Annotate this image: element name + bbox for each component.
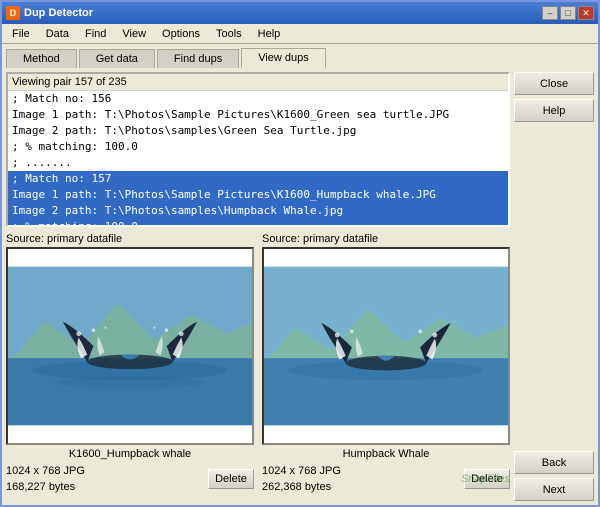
image2-delete-button[interactable]: Delete <box>464 469 510 489</box>
image2-info: 1024 x 768 JPG 262,368 bytes <box>262 463 460 495</box>
menu-item-options[interactable]: Options <box>154 26 208 42</box>
menu-item-file[interactable]: File <box>4 26 38 42</box>
image1-delete-button[interactable]: Delete <box>208 469 254 489</box>
main-window: D Dup Detector – □ ✕ FileDataFindViewOpt… <box>0 0 600 507</box>
list-item[interactable]: ; ....... <box>8 155 508 171</box>
list-item-selected[interactable]: Image 2 path: T:\Photos\samples\Humpback… <box>8 203 508 219</box>
list-item-selected[interactable]: Image 1 path: T:\Photos\Sample Pictures\… <box>8 187 508 203</box>
list-item[interactable]: Image 2 path: T:\Photos\samples\Green Se… <box>8 123 508 139</box>
menu-item-find[interactable]: Find <box>77 26 114 42</box>
list-item-selected[interactable]: ; Match no: 157 <box>8 171 508 187</box>
image1-size: 1024 x 768 JPG <box>6 465 85 477</box>
app-icon: D <box>6 6 20 20</box>
image1-frame <box>6 247 254 445</box>
image1-info: 1024 x 768 JPG 168,227 bytes <box>6 463 204 495</box>
list-container: Viewing pair 157 of 235 ; Match no: 156 … <box>6 72 510 227</box>
close-button[interactable]: Close <box>514 72 594 95</box>
image1-bytes: 168,227 bytes <box>6 481 75 493</box>
menu-item-view[interactable]: View <box>114 26 154 42</box>
images-section: Source: primary datafile <box>6 233 510 495</box>
list-item[interactable]: Image 1 path: T:\Photos\Sample Pictures\… <box>8 107 508 123</box>
window-title: Dup Detector <box>24 7 538 19</box>
help-button[interactable]: Help <box>514 99 594 122</box>
tab-find-dups[interactable]: Find dups <box>157 49 239 68</box>
image-panel-2: Source: primary datafile <box>262 233 510 495</box>
image2-bytes: 262,368 bytes <box>262 481 331 493</box>
image1-info-row: 1024 x 768 JPG 168,227 bytes Delete <box>6 463 254 495</box>
left-panel: Viewing pair 157 of 235 ; Match no: 156 … <box>6 72 510 501</box>
image2-size: 1024 x 768 JPG <box>262 465 341 477</box>
image2-source-label: Source: primary datafile <box>262 233 510 245</box>
menu-item-tools[interactable]: Tools <box>208 26 250 42</box>
menu-bar: FileDataFindViewOptionsToolsHelp <box>2 24 598 44</box>
tabs-bar: Method Get data Find dups View dups <box>2 44 598 68</box>
list-item-selected[interactable]: ; % matching: 100.0 <box>8 219 508 225</box>
title-buttons: – □ ✕ <box>542 6 594 20</box>
image2-name: Humpback Whale <box>262 447 510 461</box>
menu-item-help[interactable]: Help <box>250 26 289 42</box>
title-bar: D Dup Detector – □ ✕ <box>2 2 598 24</box>
list-item[interactable]: ; % matching: 100.0 <box>8 139 508 155</box>
menu-item-data[interactable]: Data <box>38 26 77 42</box>
list-header: Viewing pair 157 of 235 <box>8 74 508 91</box>
close-window-button[interactable]: ✕ <box>578 6 594 20</box>
tab-view-dups[interactable]: View dups <box>241 48 326 68</box>
image2-frame <box>262 247 510 445</box>
image-panel-1: Source: primary datafile <box>6 233 254 495</box>
list-body[interactable]: ; Match no: 156 Image 1 path: T:\Photos\… <box>8 91 508 225</box>
image1-source-label: Source: primary datafile <box>6 233 254 245</box>
back-button[interactable]: Back <box>514 451 594 474</box>
tab-get-data[interactable]: Get data <box>79 49 155 68</box>
tab-method[interactable]: Method <box>6 49 77 68</box>
minimize-button[interactable]: – <box>542 6 558 20</box>
list-item[interactable]: ; Match no: 156 <box>8 91 508 107</box>
next-button[interactable]: Next <box>514 478 594 501</box>
image1-name: K1600_Humpback whale <box>6 447 254 461</box>
maximize-button[interactable]: □ <box>560 6 576 20</box>
right-panel: Close Help Back Next <box>514 72 594 501</box>
image2-info-row: 1024 x 768 JPG 262,368 bytes Delete <box>262 463 510 495</box>
main-content: Viewing pair 157 of 235 ; Match no: 156 … <box>2 68 598 505</box>
